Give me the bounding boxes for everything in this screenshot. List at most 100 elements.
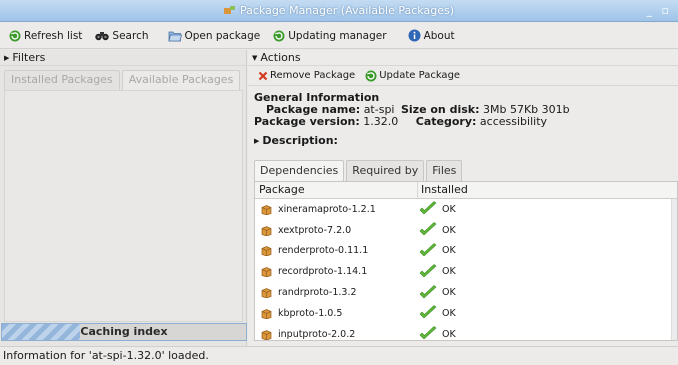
package-version-value: 1.32.0 <box>363 115 399 128</box>
installed-cell: OK <box>418 243 456 259</box>
updating-manager-label: Updating manager <box>288 29 387 42</box>
package-cell: xextproto-7.2.0 <box>255 225 418 236</box>
expander-collapsed-icon: ▶ <box>254 137 260 145</box>
installed-cell: OK <box>418 284 456 301</box>
package-cell: kbproto-1.0.5 <box>255 308 418 319</box>
package-icon <box>261 205 272 215</box>
checkmark-icon <box>419 326 437 340</box>
refresh-list-button[interactable]: Refresh list <box>4 25 87 47</box>
package-cell: inputproto-2.0.2 <box>255 329 418 340</box>
table-row[interactable]: renderproto-0.11.1 OK <box>255 241 677 262</box>
installed-status: OK <box>442 245 456 257</box>
table-row[interactable]: kbproto-1.0.5 OK <box>255 303 677 324</box>
caching-progress-bar: Caching index <box>1 323 247 341</box>
tab-installed-packages[interactable]: Installed Packages <box>4 70 120 90</box>
search-label: Search <box>112 29 149 42</box>
expander-expanded-icon: ▼ <box>252 54 258 62</box>
updating-manager-button[interactable]: Updating manager <box>268 25 391 47</box>
open-package-label: Open package <box>184 29 261 42</box>
dependency-package-name: kbproto-1.0.5 <box>278 307 343 319</box>
actions-label: Actions <box>260 51 301 64</box>
table-header: Package Installed <box>255 182 677 199</box>
tab-available-packages[interactable]: Available Packages <box>121 70 241 90</box>
table-row[interactable]: inputproto-2.0.2 OK <box>255 324 677 340</box>
table-row[interactable]: randrproto-1.3.2 OK <box>255 282 677 303</box>
table-row[interactable]: xineramaproto-1.2.1 OK <box>255 199 677 220</box>
binoculars-icon <box>95 32 110 41</box>
description-expander[interactable]: ▶ Description: <box>248 134 678 147</box>
about-button[interactable]: About <box>403 25 460 47</box>
expander-collapsed-icon: ▶ <box>4 54 10 62</box>
installed-cell: OK <box>418 305 456 321</box>
actions-bar: Remove Package Update Package <box>248 66 678 86</box>
column-header-installed[interactable]: Installed <box>418 182 468 198</box>
package-manager-icon <box>223 6 235 14</box>
checkmark-icon <box>419 201 437 215</box>
update-package-button[interactable]: Update Package <box>365 70 460 82</box>
installed-status: OK <box>442 328 456 340</box>
installed-status: OK <box>442 203 456 215</box>
filters-expander[interactable]: ▶ Filters <box>0 50 246 66</box>
dependencies-table: Package Installed xineramaproto-1.2.1 OK x… <box>254 181 678 341</box>
package-version-label: Package version: <box>254 115 360 128</box>
package-icon <box>261 308 272 319</box>
open-package-button[interactable]: Open package <box>163 25 266 47</box>
about-label: About <box>423 29 455 42</box>
package-icon <box>261 288 272 299</box>
dependency-package-name: xextproto-7.2.0 <box>278 224 352 236</box>
status-bar: Information for 'at-spi-1.32.0' loaded. <box>0 346 678 365</box>
window-titlebar[interactable]: Package Manager (Available Packages) _ ▫ <box>0 0 678 22</box>
vertical-scrollbar[interactable] <box>671 199 677 340</box>
refresh-list-label: Refresh list <box>24 29 83 42</box>
dependency-package-name: xineramaproto-1.2.1 <box>278 203 376 215</box>
installed-status: OK <box>442 287 456 299</box>
package-icon <box>261 267 272 278</box>
detail-tabs: Dependencies Required by Files <box>254 160 464 182</box>
column-header-package[interactable]: Package <box>255 182 418 198</box>
package-list-tabs: Installed Packages Available Packages <box>4 70 242 90</box>
folder-open-icon <box>167 31 182 41</box>
filters-label: Filters <box>12 51 46 64</box>
installed-status: OK <box>442 224 456 236</box>
package-cell: randrproto-1.3.2 <box>255 287 418 299</box>
installed-cell: OK <box>418 263 456 280</box>
checkmark-icon <box>419 305 437 319</box>
dependency-package-name: randrproto-1.3.2 <box>278 287 357 299</box>
package-icon <box>261 246 272 257</box>
info-icon <box>408 29 421 42</box>
window-controls[interactable]: _ ▫ <box>647 4 672 17</box>
update-package-label: Update Package <box>379 70 461 81</box>
search-button[interactable]: Search <box>90 25 153 47</box>
checkmark-icon <box>419 263 437 278</box>
package-icon <box>261 225 272 236</box>
description-label: Description: <box>262 134 338 147</box>
table-row[interactable]: recordproto-1.14.1 OK <box>255 261 677 282</box>
installed-cell: OK <box>418 222 456 238</box>
checkmark-icon <box>419 284 437 298</box>
refresh-icon <box>9 30 21 41</box>
dependency-package-name: recordproto-1.14.1 <box>278 266 368 278</box>
left-pane: ▶ Filters Installed Packages Available Pa… <box>0 50 247 346</box>
package-cell: recordproto-1.14.1 <box>255 266 418 278</box>
remove-package-button[interactable]: Remove Package <box>258 70 355 81</box>
checkmark-icon <box>419 222 437 236</box>
tab-files[interactable]: Files <box>426 160 463 181</box>
general-information: General Information Package name: at-spi… <box>248 86 678 128</box>
dependency-package-name: renderproto-0.11.1 <box>278 245 369 257</box>
tab-dependencies[interactable]: Dependencies <box>254 160 345 182</box>
window-title-text: Package Manager (Available Packages) <box>239 4 454 17</box>
package-cell: renderproto-0.11.1 <box>255 245 418 257</box>
main-toolbar: Refresh list Search Open package Updatin… <box>0 23 678 49</box>
table-body: xineramaproto-1.2.1 OK xextproto-7.2.0 OK re… <box>255 199 677 340</box>
tab-required-by[interactable]: Required by <box>346 160 425 181</box>
dependency-package-name: inputproto-2.0.2 <box>278 328 356 340</box>
package-list-area <box>4 90 243 322</box>
update-icon <box>273 30 285 41</box>
right-pane: ▼ Actions Remove Package Update Package G… <box>248 50 678 346</box>
installed-cell: OK <box>418 201 456 217</box>
category-value: accessibility <box>479 115 548 128</box>
actions-expander[interactable]: ▼ Actions <box>248 50 678 66</box>
caching-label: Caching index <box>80 325 168 338</box>
table-row[interactable]: xextproto-7.2.0 OK <box>255 220 677 241</box>
installed-status: OK <box>442 307 456 319</box>
